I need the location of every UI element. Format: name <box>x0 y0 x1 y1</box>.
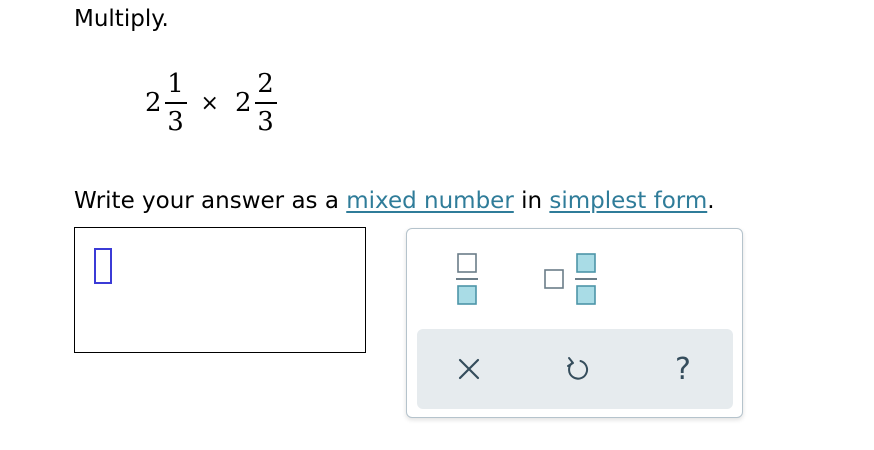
instruction-text: Write your answer as a mixed number in s… <box>74 186 715 216</box>
simplest-form-link[interactable]: simplest form <box>549 188 707 214</box>
numerator: 2 <box>257 69 274 99</box>
help-button[interactable]: ? <box>661 341 705 397</box>
instruction-suffix: . <box>707 188 715 214</box>
math-expression: 2 1 3 × 2 2 3 <box>145 70 277 136</box>
mixed-number-left: 2 1 3 <box>145 70 187 136</box>
mixed-number-link[interactable]: mixed number <box>346 188 514 214</box>
times-operator: × <box>200 90 219 116</box>
instruction-prefix: Write your answer as a <box>74 188 347 214</box>
mixed-number-icon <box>544 253 597 305</box>
whole-part: 2 <box>145 88 162 118</box>
denominator: 3 <box>167 107 184 137</box>
denominator: 3 <box>257 107 274 137</box>
clear-icon <box>458 358 480 380</box>
mixed-number-button[interactable] <box>541 249 603 309</box>
fraction: 1 3 <box>164 69 187 137</box>
keypad-action-tray: ? <box>417 329 733 409</box>
clear-button[interactable] <box>447 341 491 397</box>
input-cursor <box>94 248 112 284</box>
help-icon: ? <box>675 351 691 387</box>
undo-button[interactable] <box>555 341 599 397</box>
fraction-bar <box>254 102 277 104</box>
undo-icon <box>567 357 589 380</box>
instruction-middle: in <box>513 188 550 214</box>
fraction: 2 3 <box>254 69 277 137</box>
prompt-text: Multiply. <box>74 6 169 32</box>
mixed-number-right: 2 2 3 <box>235 70 277 136</box>
answer-input[interactable] <box>74 227 366 353</box>
numerator: 1 <box>167 69 184 99</box>
fraction-icon <box>456 253 478 305</box>
whole-part: 2 <box>234 88 252 118</box>
math-keypad: ? <box>406 228 743 418</box>
fraction-bar <box>164 102 187 104</box>
fraction-button[interactable] <box>447 249 487 309</box>
